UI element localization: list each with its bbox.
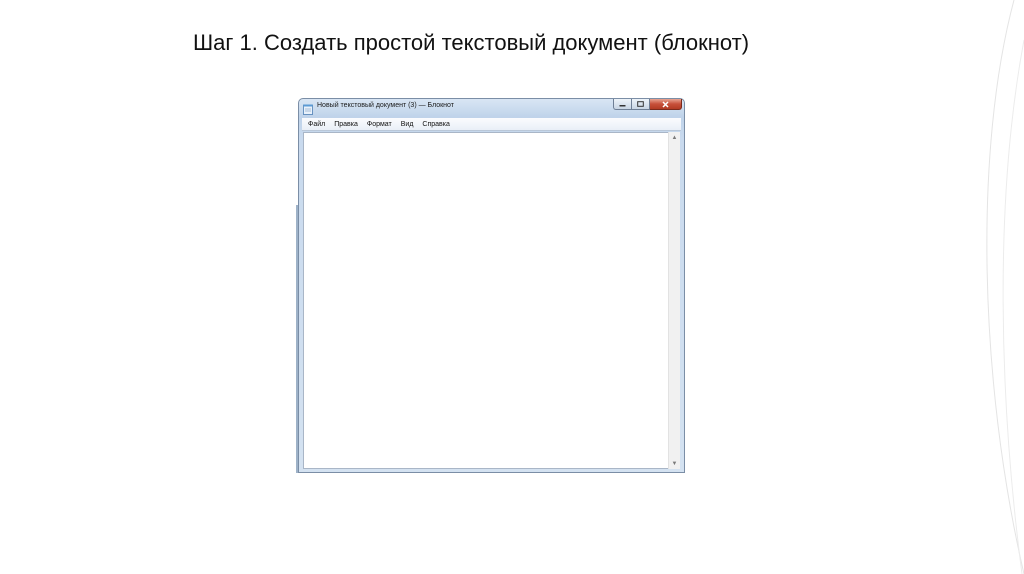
menu-bar: Файл Правка Формат Вид Справка [302, 118, 681, 131]
menu-item-format[interactable]: Формат [367, 121, 392, 128]
menu-item-edit[interactable]: Правка [334, 121, 358, 128]
close-button[interactable] [650, 99, 682, 110]
notepad-window: Новый текстовый документ (3) — Блокнот Ф… [298, 98, 685, 473]
window-controls [613, 99, 682, 111]
title-bar[interactable]: Новый текстовый документ (3) — Блокнот [299, 99, 684, 116]
slide-title: Шаг 1. Создать простой текстовый докумен… [193, 30, 750, 55]
menu-item-view[interactable]: Вид [401, 121, 414, 128]
minimize-icon [619, 105, 626, 107]
close-icon [662, 100, 669, 108]
notepad-icon[interactable] [303, 102, 313, 115]
maximize-icon [637, 101, 644, 107]
text-editor-area[interactable] [303, 132, 680, 469]
decorative-curves [986, 0, 1024, 574]
maximize-button[interactable] [632, 99, 650, 110]
window-title: Новый текстовый документ (3) — Блокнот [317, 102, 454, 109]
menu-item-file[interactable]: Файл [308, 121, 325, 128]
minimize-button[interactable] [613, 99, 632, 110]
menu-item-help[interactable]: Справка [422, 121, 449, 128]
